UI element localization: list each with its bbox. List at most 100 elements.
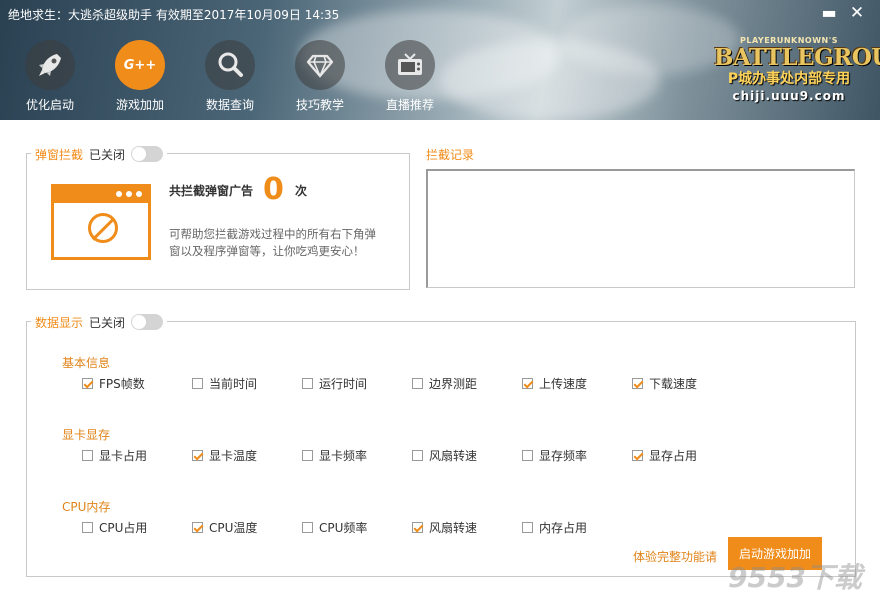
option-label: 显卡占用 [99,449,148,463]
checkbox-checked[interactable] [82,378,93,389]
popup-block-toggle[interactable] [131,146,164,162]
option-item[interactable]: CPU温度 [192,519,257,536]
cloud-decoration [560,5,740,75]
checkbox[interactable] [522,450,533,461]
option-label: 内存占用 [539,521,588,535]
checkbox-checked[interactable] [192,522,203,533]
block-record-title: 拦截记录 [426,148,475,162]
option-label: 风扇转速 [429,449,478,463]
battlegrounds-logo: PLAYERUNKNOWN'S BATTLEGROUNDS P城办事处内部专用 … [714,36,880,103]
option-item[interactable]: 风扇转速 [412,447,477,464]
option-label: CPU频率 [319,521,368,535]
nav-skill-teaching[interactable]: 技巧教学 [284,40,356,113]
option-label: 上传速度 [539,377,588,391]
popup-block-legend: 弹窗拦截 已关闭 [31,145,168,163]
nav-circle [205,40,255,90]
popup-block-toggle-label: 已关闭 [89,147,126,162]
checkbox[interactable] [192,378,203,389]
block-count-label: 共拦截弹窗广告 [169,184,254,198]
option-item[interactable]: 风扇转速 [412,519,477,536]
option-label: CPU占用 [99,521,148,535]
data-display-legend: 数据显示 已关闭 [31,313,168,331]
minimize-button[interactable]: ▬ [818,3,840,23]
nav-label: 游戏加加 [115,98,164,112]
nav-circle [385,40,435,90]
option-item[interactable]: FPS帧数 [82,375,145,392]
option-item[interactable]: 下载速度 [632,375,697,392]
block-record-list[interactable] [426,169,855,288]
option-item[interactable]: 运行时间 [302,375,367,392]
popup-block-panel: 弹窗拦截 已关闭 共拦截弹窗广告 0 次 可帮助您拦截游戏过程中的所有右下角弹窗… [26,145,410,290]
nav-game-plus[interactable]: G++ 游戏加加 [104,40,176,113]
option-label: 下载速度 [649,377,698,391]
checkbox[interactable] [412,450,423,461]
nav-circle [295,40,345,90]
g-plus-plus-icon: G++ [123,57,157,73]
option-label: FPS帧数 [99,377,145,391]
nav-circle: G++ [115,40,165,90]
checkbox[interactable] [412,378,423,389]
header-banner: 绝地求生：大逃杀超级助手 有效期至2017年10月09日 14:35 ▬ ✕ 优… [0,0,880,120]
group-title: 基本信息 [62,356,111,370]
logo-url: chiji.uuu9.com [732,89,846,103]
option-label: 显存占用 [649,449,698,463]
option-item[interactable]: 显卡温度 [192,447,257,464]
ban-icon [88,213,118,243]
option-item[interactable]: CPU占用 [82,519,147,536]
checkbox[interactable] [302,522,313,533]
option-item[interactable]: 显卡频率 [302,447,367,464]
search-icon [218,52,243,77]
option-item[interactable]: 当前时间 [192,375,257,392]
checkbox-checked[interactable] [192,450,203,461]
data-display-toggle-label: 已关闭 [89,315,126,330]
option-item[interactable]: 边界测距 [412,375,477,392]
window-dot [116,191,122,197]
diamond-icon [306,54,334,79]
option-item[interactable]: 显卡占用 [82,447,147,464]
rocket-icon [39,54,61,76]
site-watermark: 9553下载 [728,561,862,592]
nav-optimize-launch[interactable]: 优化启动 [14,40,86,113]
option-item[interactable]: 显存频率 [522,447,587,464]
option-label: 显卡温度 [209,449,258,463]
data-display-title: 数据显示 [35,315,84,330]
checkbox[interactable] [522,522,533,533]
data-display-panel: 数据显示 已关闭 基本信息 FPS帧数 当前时间 运行时间 边界测距 上传速度 下载速度显卡… [26,313,856,577]
block-count-unit: 次 [295,184,308,198]
option-item[interactable]: 上传速度 [522,375,587,392]
option-item[interactable]: 内存占用 [522,519,587,536]
window-title: 绝地求生：大逃杀超级助手 有效期至2017年10月09日 14:35 [8,8,340,22]
checkbox-checked[interactable] [632,378,643,389]
nav-live-recommend[interactable]: 直播推荐 [374,40,446,113]
data-display-toggle[interactable] [131,314,164,330]
checkbox[interactable] [82,522,93,533]
trial-full-feature-link[interactable]: 体验完整功能请 [633,548,717,565]
logo-big-text: BATTLEGROUNDS [714,44,880,71]
nav-label: 技巧教学 [295,98,344,112]
nav-label: 数据查询 [205,98,254,112]
nav-circle [25,40,75,90]
option-label: 边界测距 [429,377,478,391]
block-count: 0 [263,172,284,207]
window-dot [136,191,142,197]
tv-icon [398,53,422,75]
option-label: 当前时间 [209,377,258,391]
checkbox[interactable] [302,450,313,461]
checkbox-checked[interactable] [412,522,423,533]
checkbox-checked[interactable] [522,378,533,389]
nav-data-query[interactable]: 数据查询 [194,40,266,113]
window-dot [126,191,132,197]
close-button[interactable]: ✕ [846,3,868,23]
logo-sub-text: P城办事处内部专用 [727,71,851,87]
option-item[interactable]: CPU频率 [302,519,367,536]
option-item[interactable]: 显存占用 [632,447,697,464]
checkbox-checked[interactable] [632,450,643,461]
option-label: 风扇转速 [429,521,478,535]
blocked-window-icon [51,184,151,260]
popup-block-title: 弹窗拦截 [35,147,84,162]
option-label: 运行时间 [319,377,368,391]
checkbox[interactable] [302,378,313,389]
option-label: 显存频率 [539,449,588,463]
option-label: CPU温度 [209,521,258,535]
checkbox[interactable] [82,450,93,461]
